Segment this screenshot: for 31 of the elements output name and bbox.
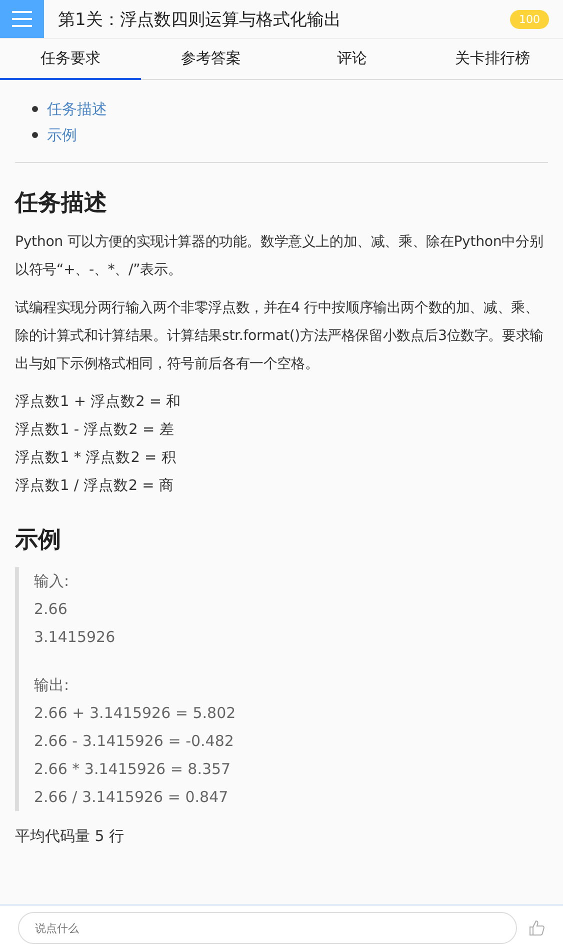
menu-button[interactable] <box>0 0 44 38</box>
toc-link[interactable]: 示例 <box>47 122 77 148</box>
formula-line: 浮点数1 + 浮点数2 = 和 <box>15 393 182 412</box>
section-heading: 示例 <box>15 526 62 555</box>
example-line: 2.66 - 3.1415926 = -0.482 <box>34 731 235 752</box>
thumbs-up-icon[interactable] <box>529 920 545 936</box>
tab[interactable]: 关卡排行榜 <box>422 39 563 80</box>
tab[interactable]: 任务要求 <box>0 39 141 80</box>
footnote: 平均代码量 5 行 <box>15 826 126 847</box>
toc-link[interactable]: 任务描述 <box>47 96 107 122</box>
formula-line: 浮点数1 * 浮点数2 = 积 <box>15 449 178 468</box>
example-line: 2.66 <box>34 599 68 620</box>
formula-line: 浮点数1 / 浮点数2 = 商 <box>15 476 175 496</box>
comment-field[interactable]: 说点什么 <box>18 912 517 944</box>
example-label: 输出: <box>34 675 70 696</box>
example-label: 输入: <box>34 571 70 592</box>
paragraph: Python 可以方便的实现计算器的功能。数学意义上的加、减、乘、除在Python中分别以符号“+、-、*、/”表示。 <box>15 233 544 280</box>
bullet-icon <box>32 132 38 138</box>
paragraph: 试编程实现分两行输入两个非零浮点数，并在4 行中按顺序输出两个数的加、减、乘、除的计算式和计算结果。计算结果str.format()方法严格保留小数点后3位数字。要求输出与如下示例格式相同，符号前后各有一个空格。 <box>15 299 544 374</box>
example-line: 3.1415926 <box>34 627 116 648</box>
tab[interactable]: 参考答案 <box>140 39 282 80</box>
tab[interactable]: 评论 <box>282 39 422 80</box>
section-heading: 任务描述 <box>15 189 108 218</box>
example-line: 2.66 + 3.1415926 = 5.802 <box>34 703 237 724</box>
menu-icon <box>12 11 32 27</box>
example-line: 2.66 / 3.1415926 = 0.847 <box>34 787 230 808</box>
bullet-icon <box>32 106 38 112</box>
formula-line: 浮点数1 - 浮点数2 = 差 <box>15 421 176 440</box>
example-line: 2.66 * 3.1415926 = 8.357 <box>34 759 232 780</box>
score-badge: 100 <box>510 10 549 28</box>
page-title: 第1关：浮点数四则运算与格式化输出 <box>58 8 342 30</box>
